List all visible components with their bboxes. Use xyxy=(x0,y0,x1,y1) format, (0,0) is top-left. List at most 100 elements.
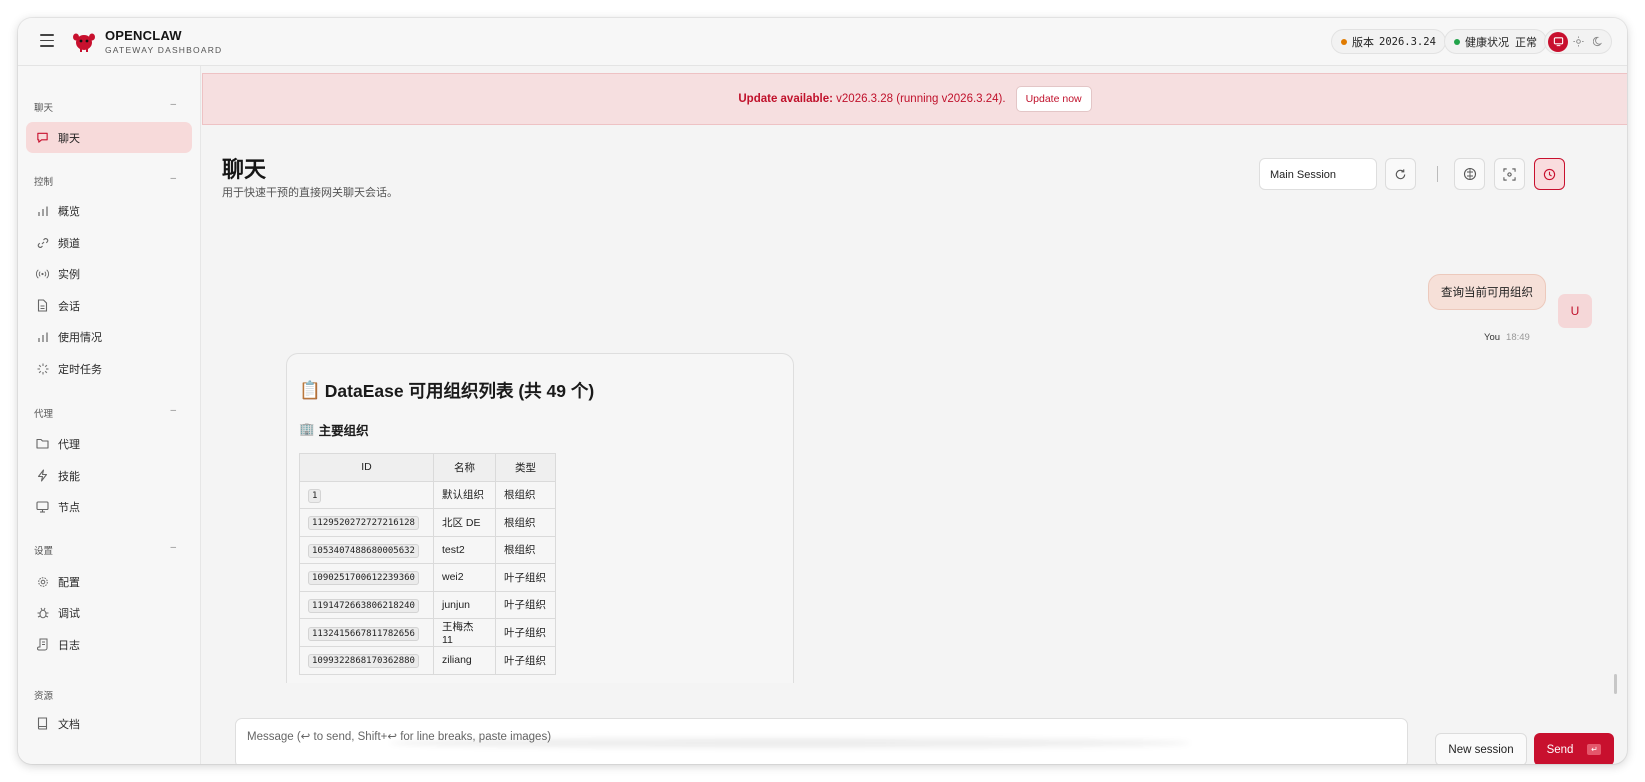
sidebar-item-overview[interactable]: 概览 xyxy=(26,195,192,226)
sidebar: 聊天 – 聊天 控制 – 概览 频道 实例 会话 使用情况 定时任务 代理 – … xyxy=(18,66,201,764)
sidebar-item-label: 代理 xyxy=(58,438,80,451)
sidebar-group-agents[interactable]: 代理 – xyxy=(34,405,184,420)
update-now-button[interactable]: Update now xyxy=(1015,86,1092,112)
health-status-dot xyxy=(1454,38,1460,45)
org-name-cell: test2 xyxy=(433,535,496,564)
chat-scrollbar[interactable] xyxy=(1614,674,1617,694)
file-icon xyxy=(36,299,49,312)
sidebar-item-config[interactable]: 配置 xyxy=(26,566,192,597)
send-button[interactable]: Send ↵ xyxy=(1534,733,1614,764)
sidebar-item-debug[interactable]: 调试 xyxy=(26,597,192,628)
health-label: 健康状况 xyxy=(1465,36,1509,49)
app-window: OPENCLAW GATEWAY DASHBOARD 版本 2026.3.24 … xyxy=(18,18,1627,764)
sidebar-item-label: 实例 xyxy=(58,268,80,281)
office-building-icon: 🏢 xyxy=(299,422,315,436)
org-type-cell: 叶子组织 xyxy=(495,646,556,675)
theme-light-button[interactable] xyxy=(1568,32,1588,52)
sidebar-group-label: 资源 xyxy=(34,691,54,702)
org-type-cell: 叶子组织 xyxy=(495,590,556,619)
org-id-code: 1053407488680005632 xyxy=(308,543,419,558)
sidebar-item-label: 日志 xyxy=(58,639,80,652)
column-header-id: ID xyxy=(299,453,434,482)
sidebar-item-channels[interactable]: 频道 xyxy=(26,227,192,258)
table-header-row: ID 名称 类型 xyxy=(299,453,556,482)
organizations-table: ID 名称 类型 1 默认组织 根组织 1129520272727216128 … xyxy=(299,453,556,675)
theme-system-button[interactable] xyxy=(1548,31,1568,52)
update-banner-text: v2026.3.28 (running v2026.3.24). xyxy=(832,93,1006,105)
refresh-button[interactable] xyxy=(1385,158,1416,190)
version-badge: 版本 2026.3.24 xyxy=(1331,29,1446,54)
sidebar-item-usage[interactable]: 使用情况 xyxy=(26,321,192,352)
refresh-icon xyxy=(1395,168,1406,179)
thinking-toggle-button[interactable] xyxy=(1454,158,1485,190)
window-shadow xyxy=(390,738,1190,748)
gear-icon xyxy=(36,575,49,588)
org-id-code: 1129520272727216128 xyxy=(308,516,419,531)
brand: OPENCLAW GATEWAY DASHBOARD xyxy=(105,29,222,56)
menu-icon[interactable] xyxy=(40,34,54,47)
sidebar-group-resources[interactable]: 资源 xyxy=(34,688,184,702)
column-header-name: 名称 xyxy=(433,453,496,482)
sidebar-item-skills[interactable]: 技能 xyxy=(26,460,192,491)
folder-icon xyxy=(36,437,49,450)
theme-switcher xyxy=(1544,29,1612,54)
sidebar-group-settings[interactable]: 设置 – xyxy=(34,542,184,557)
sidebar-item-label: 概览 xyxy=(58,205,80,218)
focus-mode-button[interactable] xyxy=(1494,158,1525,190)
collapse-icon[interactable]: – xyxy=(170,173,176,184)
update-banner: Update available: v2026.3.28 (running v2… xyxy=(202,73,1627,125)
sidebar-item-sessions[interactable]: 会话 xyxy=(26,290,192,321)
sidebar-item-nodes[interactable]: 节点 xyxy=(26,491,192,522)
sidebar-item-cron[interactable]: 定时任务 xyxy=(26,353,192,384)
new-session-button[interactable]: New session xyxy=(1435,733,1527,764)
sidebar-item-instances[interactable]: 实例 xyxy=(26,258,192,289)
sidebar-item-label: 节点 xyxy=(58,501,80,514)
clock-icon xyxy=(1543,168,1556,180)
response-heading: 📋 DataEase 可用组织列表 (共 49 个) xyxy=(299,378,594,403)
monitor-icon xyxy=(1553,37,1563,47)
org-type-cell: 根组织 xyxy=(495,535,556,564)
org-id-code: 1090251700612239360 xyxy=(308,571,419,586)
sidebar-item-label: 使用情况 xyxy=(58,331,102,344)
message-timestamp: 18:49 xyxy=(1506,332,1530,343)
user-avatar: U xyxy=(1558,294,1592,328)
session-select[interactable]: Main Session xyxy=(1259,158,1377,190)
org-id-code: 1099322868170362880 xyxy=(308,654,419,669)
link-icon xyxy=(36,236,49,249)
app-title: OPENCLAW xyxy=(105,28,182,43)
sidebar-group-control[interactable]: 控制 – xyxy=(34,173,184,188)
org-id-cell: 1191472663806218240 xyxy=(299,590,434,619)
sidebar-group-label: 代理 xyxy=(34,409,54,420)
history-button[interactable] xyxy=(1534,158,1565,190)
sidebar-item-docs[interactable]: 文档 xyxy=(26,708,192,739)
user-name: You xyxy=(1484,332,1501,343)
version-label: 版本 xyxy=(1352,36,1374,49)
sidebar-group-label: 设置 xyxy=(34,546,54,557)
enter-key-icon: ↵ xyxy=(1587,744,1602,755)
sidebar-item-chat[interactable]: 聊天 xyxy=(26,122,192,153)
sidebar-group-chat[interactable]: 聊天 – xyxy=(34,99,184,114)
version-status-dot xyxy=(1341,38,1347,45)
table-row: 1191472663806218240 junjun 叶子组织 xyxy=(299,590,556,619)
sidebar-item-label: 配置 xyxy=(58,576,80,589)
sidebar-item-agents[interactable]: 代理 xyxy=(26,428,192,459)
org-id-cell: 1090251700612239360 xyxy=(299,563,434,592)
org-id-cell: 1099322868170362880 xyxy=(299,646,434,675)
version-value: 2026.3.24 xyxy=(1379,35,1436,48)
app-subtitle: GATEWAY DASHBOARD xyxy=(105,45,223,55)
page-subtitle: 用于快速干预的直接网关聊天会话。 xyxy=(222,187,398,199)
table-row: 1132415667811782656 王梅杰 11 叶子组织 xyxy=(299,618,556,647)
sidebar-item-logs[interactable]: 日志 xyxy=(26,629,192,660)
broadcast-icon xyxy=(36,267,49,280)
chat-icon xyxy=(36,131,49,144)
collapse-icon[interactable]: – xyxy=(170,99,176,110)
collapse-icon[interactable]: – xyxy=(170,405,176,416)
scroll-icon xyxy=(36,638,49,651)
sidebar-group-label: 聊天 xyxy=(34,103,54,114)
theme-dark-button[interactable] xyxy=(1588,32,1608,52)
send-button-label: Send xyxy=(1546,743,1574,756)
collapse-icon[interactable]: – xyxy=(170,542,176,553)
toolbar-divider xyxy=(1437,166,1438,182)
table-row: 1053407488680005632 test2 根组织 xyxy=(299,535,556,564)
response-subheading-text: 主要组织 xyxy=(318,424,369,438)
